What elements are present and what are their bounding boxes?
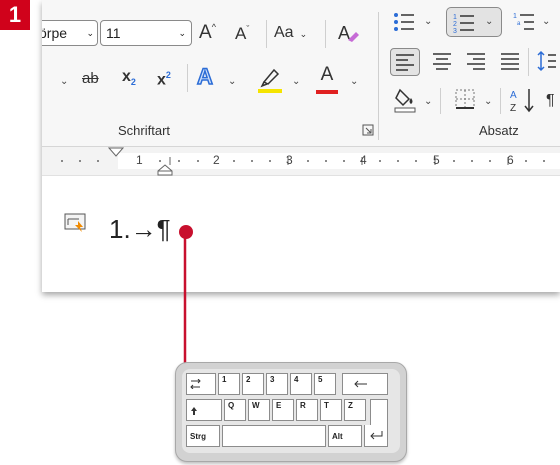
- change-case-button[interactable]: Aa ⌄: [274, 24, 320, 48]
- chevron-down-icon[interactable]: ⌄: [86, 28, 94, 39]
- justify-icon[interactable]: [500, 52, 520, 70]
- key-t: T: [320, 399, 342, 421]
- svg-text:¶: ¶: [546, 92, 555, 109]
- highlighter-icon[interactable]: [256, 64, 284, 94]
- grow-font-button[interactable]: A^: [199, 22, 223, 46]
- enter-key-lower: [364, 425, 388, 447]
- separator: [500, 88, 501, 114]
- document-page[interactable]: 1.→¶: [42, 176, 560, 292]
- enter-key-icon: [370, 431, 383, 440]
- chevron-down-icon[interactable]: ⌄: [350, 76, 358, 87]
- sort-icon[interactable]: A Z: [508, 86, 538, 114]
- font-name-value: örpe: [42, 25, 68, 41]
- chevron-down-icon[interactable]: ⌄: [60, 76, 68, 87]
- key-r: R: [296, 399, 318, 421]
- hanging-indent-marker-icon[interactable]: [157, 164, 173, 176]
- separator: [528, 48, 529, 76]
- chevron-down-icon[interactable]: ⌄: [292, 76, 300, 87]
- ruler-number: 4: [360, 153, 367, 167]
- separator: [187, 64, 188, 92]
- separator: [440, 88, 441, 114]
- chevron-down-icon[interactable]: ⌄: [228, 76, 236, 87]
- clear-formatting-icon[interactable]: A: [335, 20, 361, 46]
- svg-text:1: 1: [453, 14, 457, 21]
- multilevel-list-icon[interactable]: 1 a: [512, 10, 536, 34]
- strikethrough-button[interactable]: ab: [82, 70, 99, 87]
- font-size-combobox[interactable]: 11 ⌄: [100, 20, 192, 46]
- keyboard-illustration: 1 2 3 4 5 Q W E R T Z Strg Alt: [175, 362, 407, 462]
- ruler-number: 1: [136, 153, 143, 167]
- chevron-down-icon[interactable]: ⌄: [484, 96, 492, 107]
- ruler-number: 3: [286, 153, 293, 167]
- svg-text:a: a: [517, 21, 521, 27]
- separator: [325, 20, 326, 48]
- autoformat-options-icon[interactable]: [64, 213, 88, 233]
- ribbon: örpe ⌄ 11 ⌄ A^ Aˇ Aa⌄ A | ⌄ ab x2: [42, 0, 560, 147]
- align-left-button[interactable]: [390, 48, 420, 76]
- ruler-number: 6: [507, 153, 514, 167]
- key-z: Z: [344, 399, 366, 421]
- borders-icon[interactable]: [454, 88, 476, 110]
- ruler-number: 5: [433, 153, 440, 167]
- separator: [266, 20, 267, 48]
- key-3: 3: [266, 373, 288, 395]
- svg-text:Z: Z: [510, 103, 516, 114]
- chevron-down-icon[interactable]: ⌄: [424, 96, 432, 107]
- group-label-paragraph: Absatz: [479, 123, 519, 138]
- bullets-icon[interactable]: [392, 10, 416, 34]
- group-label-font: Schriftart: [118, 123, 171, 138]
- space-key: [222, 425, 326, 447]
- shading-icon[interactable]: [394, 86, 418, 114]
- word-window: örpe ⌄ 11 ⌄ A^ Aˇ Aa⌄ A | ⌄ ab x2: [42, 0, 560, 292]
- numbering-button[interactable]: 1 2 3 ⌄: [446, 7, 502, 37]
- shift-arrow-icon: [191, 407, 197, 415]
- align-left-icon: [396, 54, 414, 71]
- font-size-value: 11: [106, 25, 121, 41]
- chevron-down-icon[interactable]: ⌄: [485, 16, 493, 27]
- chevron-down-icon[interactable]: ⌄: [424, 16, 432, 27]
- key-1: 1: [218, 373, 240, 395]
- key-q: Q: [224, 399, 246, 421]
- ctrl-key: Strg: [186, 425, 220, 447]
- keyboard-face: 1 2 3 4 5 Q W E R T Z Strg Alt: [182, 369, 400, 453]
- first-line-indent-marker-icon[interactable]: [108, 147, 124, 157]
- key-w: W: [248, 399, 270, 421]
- key-5: 5: [314, 373, 336, 395]
- dialog-launcher-icon[interactable]: [362, 124, 374, 136]
- svg-text:2: 2: [453, 21, 457, 28]
- line-spacing-icon[interactable]: [536, 50, 556, 72]
- alt-key: Alt: [328, 425, 362, 447]
- svg-text:3: 3: [453, 28, 457, 35]
- key-2: 2: [242, 373, 264, 395]
- group-separator: [378, 12, 379, 140]
- align-center-icon[interactable]: [432, 52, 452, 70]
- font-name-combobox[interactable]: örpe ⌄: [42, 20, 98, 46]
- tab-key-icon: [190, 378, 201, 390]
- horizontal-ruler[interactable]: 1 2 3 4 5 6: [42, 147, 560, 176]
- font-color-button[interactable]: A: [314, 64, 340, 94]
- backspace-key: [342, 373, 388, 395]
- font-color-bar: [316, 90, 338, 94]
- chevron-down-icon[interactable]: ⌄: [542, 16, 550, 27]
- key-4: 4: [290, 373, 312, 395]
- text-effects-button[interactable]: A: [196, 63, 213, 90]
- shrink-font-button[interactable]: Aˇ: [235, 24, 259, 48]
- chevron-down-icon[interactable]: ⌄: [178, 28, 186, 39]
- align-right-icon[interactable]: [466, 52, 486, 70]
- callout-dot: [179, 225, 193, 239]
- tab-key: [186, 373, 216, 395]
- numbering-icon: 1 2 3: [453, 14, 474, 35]
- numbered-list-line[interactable]: 1.→¶: [109, 216, 171, 242]
- svg-text:1: 1: [513, 13, 517, 20]
- ruler-number: 2: [213, 153, 220, 167]
- show-paragraph-marks-icon[interactable]: ¶: [546, 88, 560, 110]
- step-number-badge: 1: [0, 0, 30, 30]
- subscript-button[interactable]: x2: [122, 68, 136, 87]
- svg-text:A: A: [510, 90, 517, 101]
- superscript-button[interactable]: x2: [157, 70, 171, 89]
- key-e: E: [272, 399, 294, 421]
- shift-key: [186, 399, 222, 421]
- backspace-arrow-icon: [354, 380, 367, 388]
